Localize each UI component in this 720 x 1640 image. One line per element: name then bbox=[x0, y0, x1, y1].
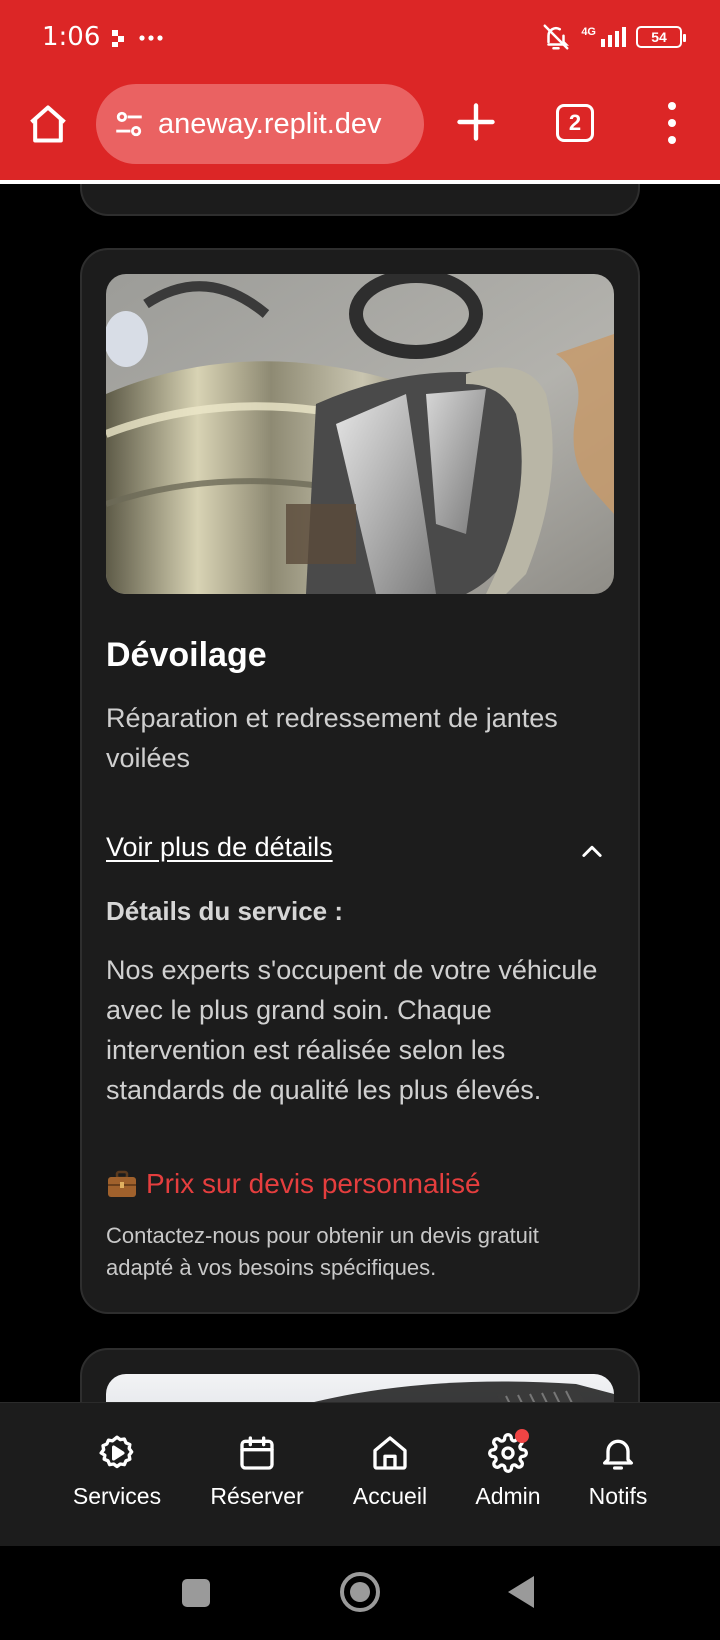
nav-notifs-label: Notifs bbox=[588, 1483, 648, 1509]
price-text: Prix sur devis personnalisé bbox=[146, 1168, 481, 1199]
details-body: Nos experts s'occupent de votre véhicule… bbox=[106, 955, 598, 1105]
nav-services[interactable]: Services bbox=[52, 1433, 182, 1510]
calendar-icon bbox=[240, 1436, 274, 1470]
bottom-nav: Services Réserver Accueil Admin Notifs bbox=[0, 1402, 720, 1546]
next-service-image bbox=[106, 1374, 614, 1402]
battery-indicator: 54 bbox=[636, 26, 686, 48]
bell-icon bbox=[603, 1439, 633, 1470]
status-right: 4G 54 bbox=[541, 22, 686, 52]
system-home-button[interactable] bbox=[340, 1572, 380, 1612]
briefcase-icon bbox=[108, 1170, 136, 1197]
more-menu-icon[interactable] bbox=[660, 98, 684, 148]
contact-text: Contactez-nous pour obtenir un devis gra… bbox=[106, 1223, 539, 1280]
bell-off-icon bbox=[543, 24, 570, 50]
price-line: Prix sur devis personnalisé bbox=[106, 1168, 481, 1200]
chevron-up-icon[interactable] bbox=[578, 838, 606, 866]
home-icon bbox=[373, 1436, 407, 1470]
previous-service-card bbox=[80, 184, 640, 216]
service-image bbox=[106, 274, 614, 594]
details-heading: Détails du service : bbox=[106, 896, 343, 926]
status-bar: 1:06 4G 54 bbox=[0, 0, 720, 80]
signal-indicator: 4G bbox=[581, 27, 626, 47]
service-description: Réparation et redressement de jantes voi… bbox=[106, 703, 558, 773]
site-settings-icon[interactable] bbox=[112, 107, 146, 141]
battery-level: 54 bbox=[651, 29, 667, 45]
new-tab-icon[interactable] bbox=[454, 100, 498, 144]
tab-count: 2 bbox=[568, 110, 582, 135]
service-title: Dévoilage bbox=[106, 636, 267, 674]
browser-chrome: 1:06 4G 54 aneway.replit.dev 2 bbox=[0, 0, 720, 180]
system-nav-bar bbox=[0, 1546, 720, 1640]
next-service-card[interactable] bbox=[80, 1348, 640, 1402]
back-button[interactable] bbox=[508, 1576, 534, 1608]
nav-accueil[interactable]: Accueil bbox=[325, 1433, 455, 1510]
nav-reserver-label: Réserver bbox=[210, 1483, 304, 1509]
network-type: 4G bbox=[581, 26, 596, 38]
nav-services-label: Services bbox=[72, 1483, 162, 1509]
nav-notifs[interactable]: Notifs bbox=[553, 1433, 683, 1510]
details-toggle[interactable]: Voir plus de détails bbox=[106, 832, 606, 876]
status-time: 1:06 bbox=[42, 22, 101, 52]
recents-button[interactable] bbox=[182, 1579, 210, 1607]
address-field[interactable]: aneway.replit.dev bbox=[96, 84, 424, 164]
browser-home-icon[interactable] bbox=[26, 102, 70, 146]
nav-admin-label: Admin bbox=[475, 1483, 541, 1509]
settings-play-icon bbox=[99, 1435, 134, 1469]
bent-rim-photo bbox=[106, 274, 614, 594]
admin-notification-dot bbox=[515, 1429, 529, 1443]
nav-accueil-label: Accueil bbox=[352, 1483, 428, 1509]
url-text: aneway.replit.dev bbox=[158, 107, 382, 140]
url-bar: aneway.replit.dev 2 bbox=[0, 84, 720, 168]
page-content[interactable]: Dévoilage Réparation et redressement de … bbox=[0, 184, 720, 1402]
notification-dots-icon bbox=[112, 30, 163, 47]
nav-reserver[interactable]: Réserver bbox=[192, 1433, 322, 1510]
details-link[interactable]: Voir plus de détails bbox=[106, 832, 333, 862]
tab-switcher-button[interactable]: 2 bbox=[556, 104, 594, 142]
service-card: Dévoilage Réparation et redressement de … bbox=[80, 248, 640, 1314]
